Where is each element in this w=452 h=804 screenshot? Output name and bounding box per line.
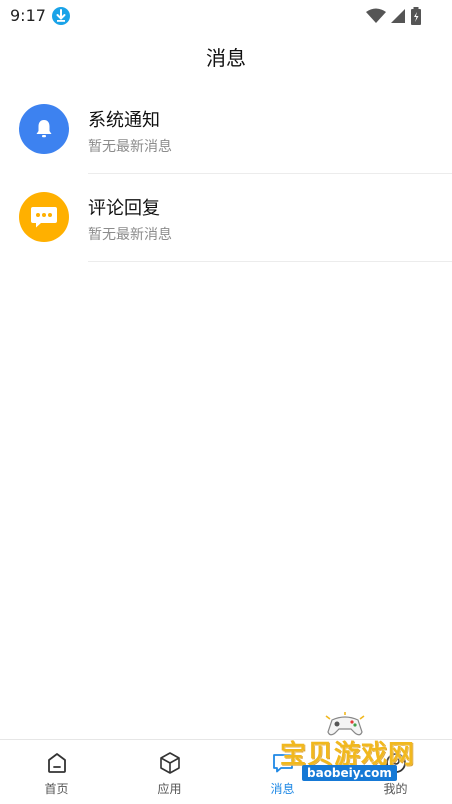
bell-icon <box>36 120 52 138</box>
tab-label: 应用 <box>157 782 182 796</box>
comment-reply-avatar <box>19 192 69 242</box>
system-icons <box>366 6 422 26</box>
message-subtitle: 暂无最新消息 <box>88 227 172 243</box>
divider <box>88 261 452 262</box>
message-item-system-notice[interactable]: 系统通知 暂无最新消息 <box>0 86 452 174</box>
status-time: 9:17 <box>10 6 46 25</box>
tab-apps[interactable]: 应用 <box>113 740 226 804</box>
message-item-comment-reply[interactable]: 评论回复 暂无最新消息 <box>0 174 452 262</box>
tab-label: 首页 <box>44 782 69 796</box>
download-notification-icon <box>52 7 70 25</box>
system-notice-avatar <box>19 104 69 154</box>
message-title: 系统通知 <box>88 110 160 131</box>
chat-bubble-icon <box>31 207 57 228</box>
wifi-icon <box>366 8 386 23</box>
signal-icon <box>391 9 405 23</box>
battery-icon <box>411 7 421 25</box>
home-icon <box>47 753 66 773</box>
message-list: 系统通知 暂无最新消息 评论回复 暂无最新消息 <box>0 86 452 262</box>
watermark: 宝贝游戏网 baobeiy.com <box>276 712 426 784</box>
page-title: 消息 <box>206 46 246 70</box>
message-title: 评论回复 <box>88 198 160 219</box>
cube-icon <box>159 752 180 774</box>
message-subtitle: 暂无最新消息 <box>88 139 172 155</box>
status-bar: 9:17 <box>0 0 452 32</box>
tab-home[interactable]: 首页 <box>0 740 113 804</box>
watermark-url: baobeiy.com <box>302 765 397 781</box>
